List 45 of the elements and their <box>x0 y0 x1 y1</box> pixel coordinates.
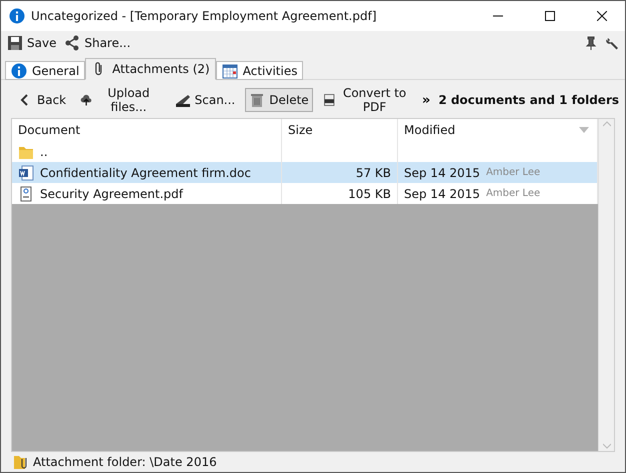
close-icon <box>597 11 607 21</box>
word-document-icon <box>18 164 34 180</box>
back-button[interactable]: Back <box>13 88 70 112</box>
info-icon <box>9 8 25 24</box>
file-row[interactable]: .. <box>12 141 598 162</box>
status-text: Attachment folder: \Date 2016 <box>33 455 217 469</box>
pin-icon <box>585 36 597 50</box>
info-icon <box>11 62 27 78</box>
tab[interactable]: Attachments (2) <box>85 58 216 80</box>
share-button[interactable]: Share... <box>64 35 131 51</box>
trash-icon <box>249 92 266 108</box>
file-row[interactable]: Security Agreement.pdf 105 KB Sep 14 2015 Amber Lee <box>12 183 598 204</box>
author-name: Amber Lee <box>486 188 540 199</box>
pdf-document-icon <box>18 186 34 202</box>
file-name: .. <box>40 144 48 158</box>
file-size: 105 KB <box>348 186 391 200</box>
author-name: Amber Lee <box>486 167 540 178</box>
maximize-icon <box>545 11 555 21</box>
modified-date: Sep 14 2015 <box>404 186 480 200</box>
share-icon <box>64 35 80 51</box>
save-icon <box>7 35 23 51</box>
scanner-icon <box>174 92 191 108</box>
scroll-up-icon <box>602 119 610 129</box>
wrench-icon <box>605 36 619 50</box>
calendar-icon <box>222 62 238 78</box>
file-name: Security Agreement.pdf <box>40 186 184 200</box>
scrollbar[interactable] <box>598 119 614 451</box>
delete-button[interactable]: Delete <box>245 88 313 112</box>
save-button[interactable]: Save <box>7 35 56 51</box>
modified-date: Sep 14 2015 <box>404 166 480 180</box>
more-button[interactable]: » <box>420 92 432 108</box>
scroll-down-icon <box>602 441 610 451</box>
sort-caret-icon <box>579 127 589 133</box>
tab[interactable]: General <box>5 61 86 80</box>
pdf-icon <box>322 92 336 108</box>
summary-text: 2 documents and 1 folders <box>438 93 619 107</box>
pdf-button[interactable]: Convert to PDF <box>318 88 414 112</box>
cloud-upload-icon <box>80 92 93 108</box>
scan-button[interactable]: Scan... <box>170 88 240 112</box>
tab[interactable]: Activities <box>216 61 304 80</box>
file-name: Confidentiality Agreement firm.doc <box>40 166 251 180</box>
file-size: 57 KB <box>356 166 391 180</box>
window-title: Uncategorized - [Temporary Employment Agreement.pdf] <box>31 9 378 23</box>
file-row[interactable]: Confidentiality Agreement firm.doc 57 KB Sep 14 2015 Amber Lee <box>12 162 598 183</box>
upload-button[interactable]: Upload files... <box>76 88 165 112</box>
